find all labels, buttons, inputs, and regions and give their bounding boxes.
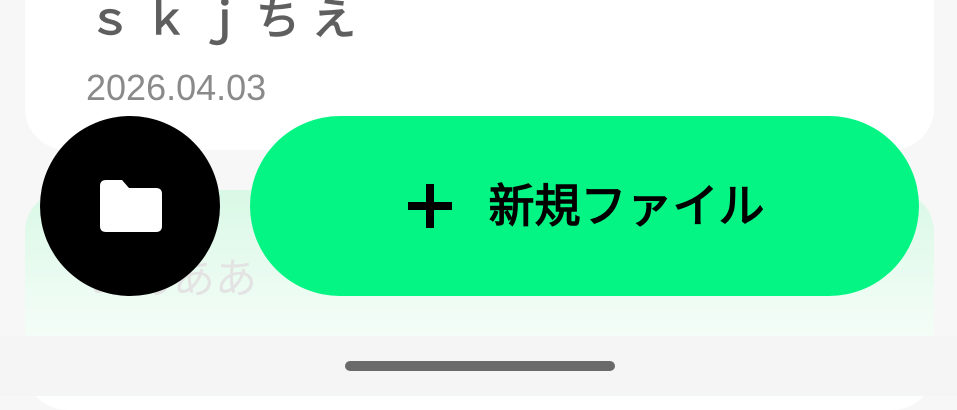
system-navigation-bar <box>0 336 957 396</box>
folder-icon <box>100 180 162 232</box>
new-file-button[interactable]: 新規ファイル <box>250 116 919 296</box>
folder-button[interactable] <box>40 116 220 296</box>
new-file-label: 新規ファイル <box>488 179 765 233</box>
home-indicator[interactable] <box>345 361 615 371</box>
file-card-date: 2026.04.03 <box>86 67 267 108</box>
file-card-title: ｓｋｊちえ <box>88 0 368 45</box>
plus-icon <box>407 184 452 228</box>
